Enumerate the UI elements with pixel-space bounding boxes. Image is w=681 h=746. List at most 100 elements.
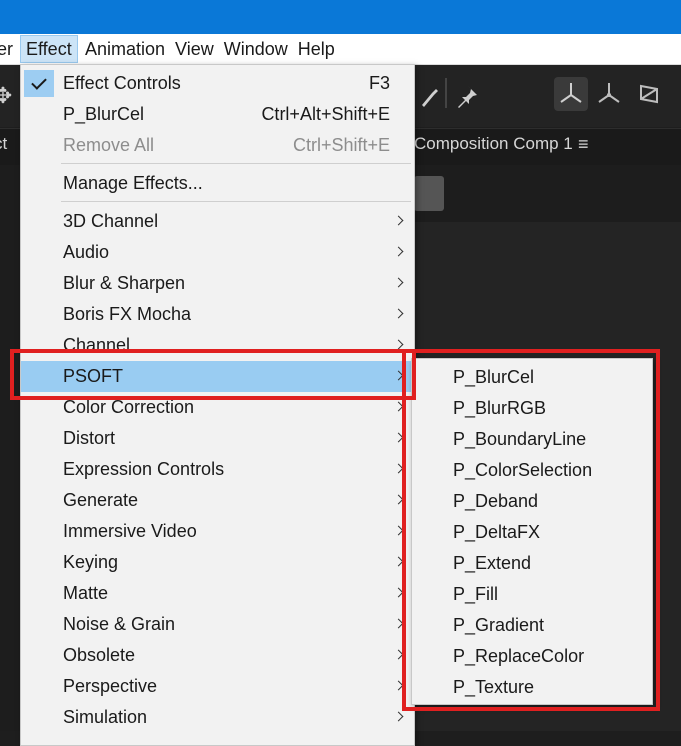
menu-item-boris-fx-mocha[interactable]: Boris FX Mocha [21, 299, 414, 330]
submenu-item-p-fill[interactable]: P_Fill [412, 579, 652, 610]
menubar-item-window[interactable]: Window [219, 34, 293, 64]
chevron-right-icon [393, 401, 404, 412]
toolbar-separator [445, 78, 447, 108]
effect-controls-tab[interactable]: ct [0, 134, 7, 154]
chevron-right-icon [393, 432, 404, 443]
menu-item-label: Simulation [63, 707, 148, 727]
submenu-item-p-extend[interactable]: P_Extend [412, 548, 652, 579]
menu-item-shortcut: F3 [368, 73, 390, 93]
submenu-item-p-deband[interactable]: P_Deband [412, 486, 652, 517]
menu-item-psoft[interactable]: PSOFT [21, 361, 414, 392]
menubar-item-view[interactable]: View [170, 34, 219, 64]
chevron-right-icon [393, 370, 404, 381]
submenu-item-label: P_Texture [453, 677, 535, 697]
chevron-right-icon [393, 525, 404, 536]
composition-tab-title[interactable]: Composition Comp 1 [414, 134, 573, 154]
menu-item-color-correction[interactable]: Color Correction [21, 392, 414, 423]
submenu-item-p-blurrgb[interactable]: P_BlurRGB [412, 393, 652, 424]
menu-item-p-blurcel[interactable]: P_BlurCel Ctrl+Alt+Shift+E [21, 99, 414, 130]
axis-mode-local-icon[interactable] [554, 77, 588, 111]
menu-item-label: Obsolete [63, 645, 136, 665]
submenu-item-p-deltafx[interactable]: P_DeltaFX [412, 517, 652, 548]
submenu-item-p-replacecolor[interactable]: P_ReplaceColor [412, 641, 652, 672]
menu-item-keying[interactable]: Keying [21, 547, 414, 578]
panel-menu-icon[interactable]: ≡ [578, 134, 589, 155]
menu-item-label: Generate [63, 490, 139, 510]
move-tool-icon[interactable]: ✥ [0, 79, 20, 113]
submenu-item-p-boundaryline[interactable]: P_BoundaryLine [412, 424, 652, 455]
chevron-right-icon [393, 587, 404, 598]
menu-item-distort[interactable]: Distort [21, 423, 414, 454]
effect-menu: Effect Controls F3 P_BlurCel Ctrl+Alt+Sh… [20, 64, 415, 746]
menu-bar: er Effect Animation View Window Help [0, 34, 681, 65]
chevron-right-icon [393, 556, 404, 567]
menu-item-label: Color Correction [63, 397, 195, 417]
submenu-item-label: P_ReplaceColor [453, 646, 585, 666]
menu-item-shortcut: Ctrl+Shift+E [292, 135, 390, 155]
chevron-right-icon [393, 494, 404, 505]
menubar-item-help[interactable]: Help [293, 34, 340, 64]
menu-item-label: P_BlurCel [63, 104, 145, 124]
menu-item-expression-controls[interactable]: Expression Controls [21, 454, 414, 485]
menu-item-shortcut: Ctrl+Alt+Shift+E [261, 104, 390, 124]
menu-item-label: Boris FX Mocha [63, 304, 192, 324]
submenu-item-label: P_Fill [453, 584, 499, 604]
menu-separator [61, 201, 411, 202]
window-title-bar [0, 0, 681, 34]
menu-item-audio[interactable]: Audio [21, 237, 414, 268]
menu-item-label: Manage Effects... [63, 173, 203, 193]
menu-item-obsolete[interactable]: Obsolete [21, 640, 414, 671]
menubar-item-layer[interactable]: er [0, 34, 18, 64]
submenu-item-p-gradient[interactable]: P_Gradient [412, 610, 652, 641]
chevron-right-icon [393, 711, 404, 722]
menu-item-manage-effects[interactable]: Manage Effects... [21, 168, 414, 199]
chevron-right-icon [393, 463, 404, 474]
checkmark-icon [24, 70, 54, 97]
submenu-item-label: P_Gradient [453, 615, 545, 635]
submenu-item-p-blurcel[interactable]: P_BlurCel [412, 362, 652, 393]
chevron-right-icon [393, 215, 404, 226]
psoft-submenu: P_BlurCel P_BlurRGB P_BoundaryLine P_Col… [411, 358, 653, 705]
menu-item-generate[interactable]: Generate [21, 485, 414, 516]
chevron-right-icon [393, 680, 404, 691]
menu-item-label: Channel [63, 335, 131, 355]
menu-item-3d-channel[interactable]: 3D Channel [21, 206, 414, 237]
menu-item-blur-sharpen[interactable]: Blur & Sharpen [21, 268, 414, 299]
menu-separator [61, 163, 411, 164]
menu-item-effect-controls[interactable]: Effect Controls F3 [21, 68, 414, 99]
submenu-item-p-colorselection[interactable]: P_ColorSelection [412, 455, 652, 486]
menu-item-label: Distort [63, 428, 116, 448]
menu-item-perspective[interactable]: Perspective [21, 671, 414, 702]
menu-item-label: Blur & Sharpen [63, 273, 186, 293]
menu-item-label: PSOFT [63, 366, 124, 386]
menu-item-noise-grain[interactable]: Noise & Grain [21, 609, 414, 640]
menu-item-label: Immersive Video [63, 521, 197, 541]
submenu-item-label: P_BlurRGB [453, 398, 547, 418]
chevron-right-icon [393, 618, 404, 629]
menu-item-label: Remove All [63, 135, 155, 155]
chevron-right-icon [393, 649, 404, 660]
menu-item-label: Audio [63, 242, 110, 262]
submenu-item-label: P_Deband [453, 491, 539, 511]
menu-item-label: Matte [63, 583, 109, 603]
menu-item-simulation[interactable]: Simulation [21, 702, 414, 733]
menu-item-immersive-video[interactable]: Immersive Video [21, 516, 414, 547]
brush-tool-icon[interactable] [412, 79, 446, 113]
menubar-item-effect[interactable]: Effect [20, 35, 78, 63]
menu-item-label: Effect Controls [63, 73, 181, 93]
menu-item-channel[interactable]: Channel [21, 330, 414, 361]
axis-mode-view-icon[interactable] [632, 77, 666, 111]
menubar-item-animation[interactable]: Animation [80, 34, 170, 64]
menu-item-label: Expression Controls [63, 459, 225, 479]
submenu-item-label: P_BlurCel [453, 367, 535, 387]
submenu-item-label: P_BoundaryLine [453, 429, 587, 449]
submenu-item-p-texture[interactable]: P_Texture [412, 672, 652, 703]
chevron-right-icon [393, 246, 404, 257]
menu-item-label: Noise & Grain [63, 614, 176, 634]
menu-item-matte[interactable]: Matte [21, 578, 414, 609]
pin-tool-icon[interactable] [450, 79, 484, 113]
viewer-control-button[interactable] [414, 176, 444, 211]
menu-item-label: Keying [63, 552, 119, 572]
submenu-item-label: P_DeltaFX [453, 522, 541, 542]
axis-mode-world-icon[interactable] [592, 77, 626, 111]
